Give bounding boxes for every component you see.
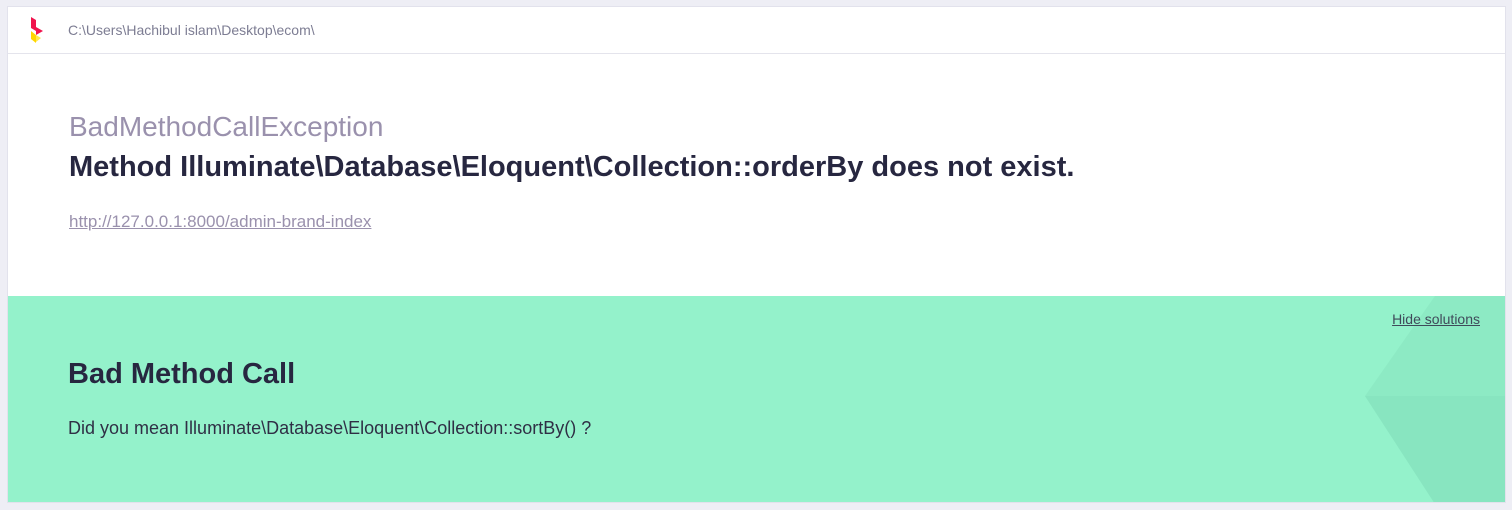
project-path: C:\Users\Hachibul islam\Desktop\ecom\ [68,22,315,38]
exception-message: Method Illuminate\Database\Eloquent\Coll… [69,151,1075,183]
solution-title: Bad Method Call [68,358,296,390]
request-url-link[interactable]: http://127.0.0.1:8000/admin-brand-index [69,212,371,232]
ignition-logo-icon [31,17,43,43]
hide-solutions-button[interactable]: Hide solutions [1392,311,1480,327]
solution-panel: Hide solutions Bad Method Call Did you m… [8,296,1505,502]
error-page: C:\Users\Hachibul islam\Desktop\ecom\ Ba… [7,6,1506,503]
top-bar: C:\Users\Hachibul islam\Desktop\ecom\ [8,7,1505,54]
solution-description: Did you mean Illuminate\Database\Eloquen… [68,418,592,438]
exception-class: BadMethodCallException [69,111,384,142]
